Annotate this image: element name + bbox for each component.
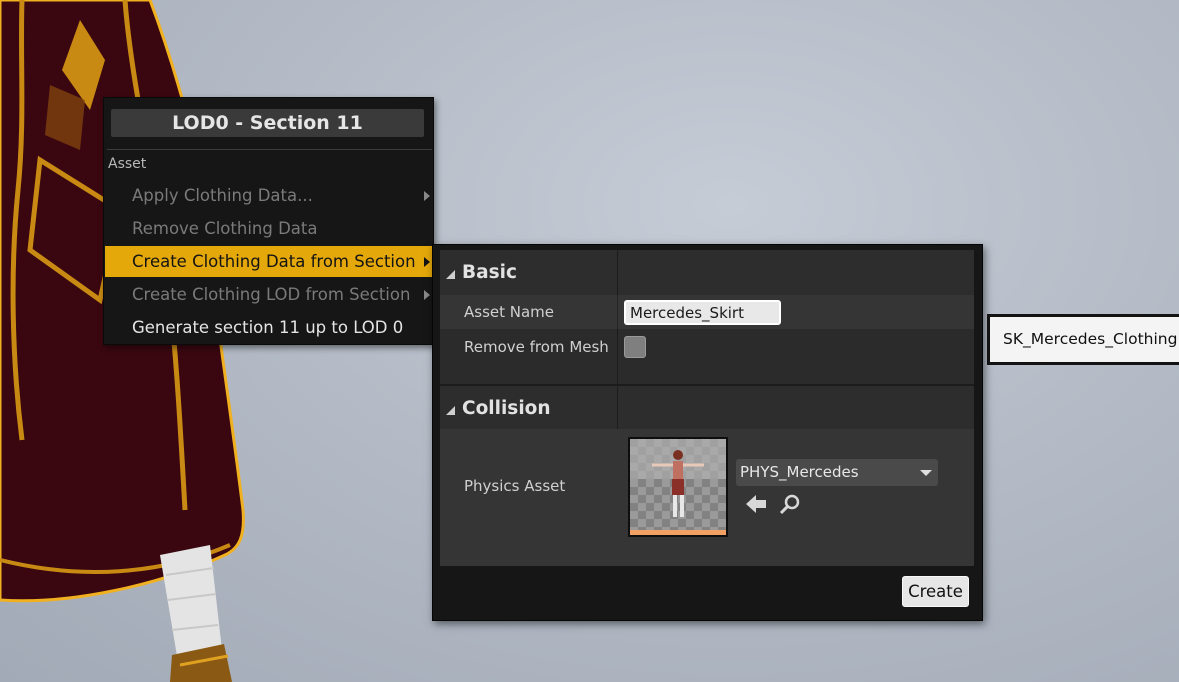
chevron-right-icon (424, 191, 430, 201)
property-label: Physics Asset (464, 477, 566, 495)
menu-item-remove-clothing-data[interactable]: Remove Clothing Data (105, 213, 433, 244)
chevron-right-icon (424, 257, 430, 267)
column-divider (617, 295, 618, 329)
property-row-remove-from-mesh: Remove from Mesh (440, 329, 974, 365)
menu-item-label: Remove Clothing Data (132, 219, 318, 238)
property-row-physics-asset: Physics Asset PHYS_Mercedes (440, 429, 974, 566)
caret-down-icon (920, 470, 932, 476)
menu-item-generate-section[interactable]: Generate section 11 up to LOD 0 (105, 312, 433, 343)
category-header-basic[interactable]: Basic (440, 250, 974, 295)
menu-divider (107, 149, 432, 150)
menu-item-label: Apply Clothing Data... (132, 186, 313, 205)
menu-item-create-clothing-lod[interactable]: Create Clothing LOD from Section (105, 279, 433, 310)
property-row-asset-name: Asset Name (440, 295, 974, 329)
create-button[interactable]: Create (902, 576, 969, 607)
physics-asset-value: PHYS_Mercedes (740, 463, 859, 481)
physics-asset-thumbnail[interactable] (628, 437, 728, 537)
create-clothing-data-panel: Basic Asset Name Remove from Mesh Collis… (432, 244, 983, 621)
triangle-down-icon (446, 270, 455, 279)
menu-item-create-clothing-data[interactable]: Create Clothing Data from Section (105, 246, 433, 277)
menu-item-label: Create Clothing LOD from Section (132, 285, 411, 304)
physics-asset-combo[interactable]: PHYS_Mercedes (736, 459, 938, 486)
asset-tag: SK_Mercedes_Clothing (987, 314, 1179, 365)
menu-title: LOD0 - Section 11 (111, 109, 424, 137)
remove-from-mesh-checkbox[interactable] (624, 336, 646, 358)
menu-item-apply-clothing-data[interactable]: Apply Clothing Data... (105, 180, 433, 211)
category-header-collision[interactable]: Collision (440, 384, 974, 429)
chevron-right-icon (424, 290, 430, 300)
category-collision: Collision Physics Asset PHYS_Mercedes (440, 384, 974, 566)
character-preview-image (630, 439, 726, 535)
menu-item-label: Generate section 11 up to LOD 0 (132, 318, 404, 337)
category-title: Collision (462, 398, 551, 419)
triangle-down-icon (446, 406, 455, 415)
property-label: Asset Name (464, 303, 555, 321)
property-label: Remove from Mesh (464, 338, 609, 356)
asset-name-input[interactable] (624, 300, 781, 325)
menu-section-label: Asset (108, 156, 147, 172)
category-title: Basic (462, 262, 517, 283)
asset-tag-label: SK_Mercedes_Clothing (990, 317, 1179, 362)
arrow-left-icon[interactable] (745, 494, 767, 514)
section-context-menu: LOD0 - Section 11 Asset Apply Clothing D… (103, 97, 434, 345)
menu-item-label: Create Clothing Data from Section (132, 252, 416, 271)
category-basic: Basic Asset Name Remove from Mesh (440, 250, 974, 384)
magnifier-icon[interactable] (779, 493, 801, 515)
asset-type-color-bar (630, 530, 726, 535)
